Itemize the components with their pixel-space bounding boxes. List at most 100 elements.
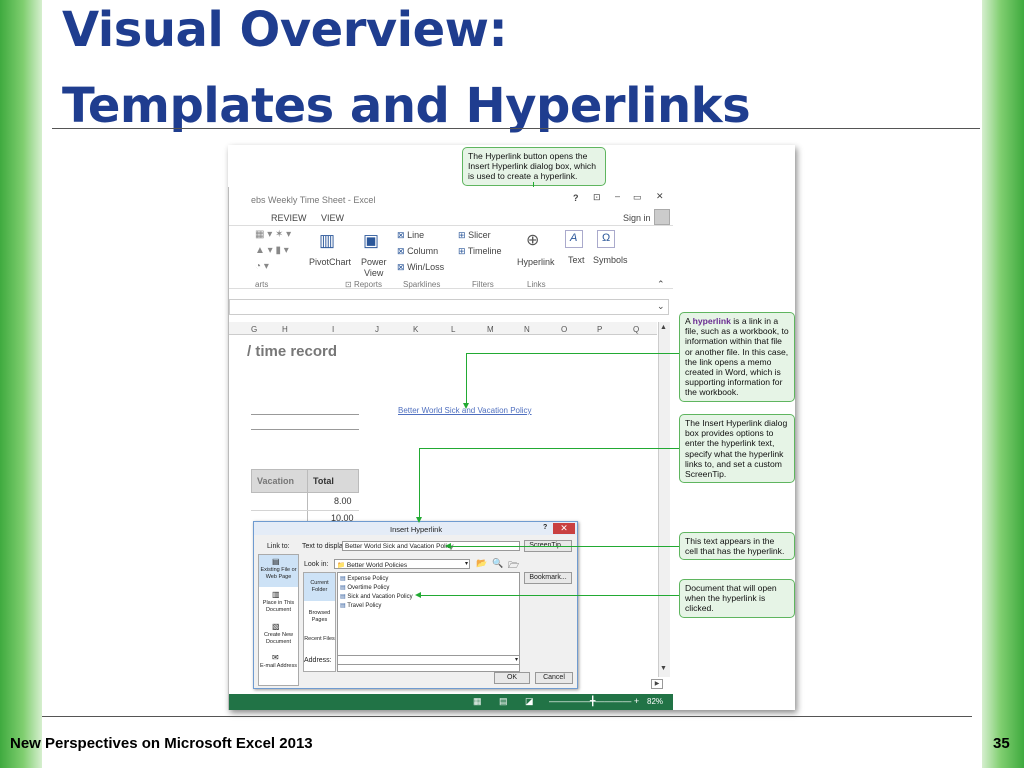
word-doc-icon: ▤ — [340, 585, 346, 591]
file-item[interactable]: ▤ Expense Policy — [340, 575, 388, 582]
header-total: Total — [313, 476, 334, 486]
col-m[interactable]: M — [487, 325, 494, 334]
browse-current-folder[interactable]: Current Folder — [304, 580, 335, 593]
col-q[interactable]: Q — [633, 325, 639, 334]
col-l[interactable]: L — [451, 325, 455, 334]
callout-text-appears: This text appears in the cell that has t… — [679, 532, 795, 561]
address-label: Address: — [304, 657, 332, 664]
address-input[interactable]: ▾ — [337, 655, 520, 665]
sparkline-line-button[interactable]: ⊠ Line — [397, 230, 424, 241]
col-k[interactable]: K — [413, 325, 418, 334]
email-icon: ✉ — [272, 653, 279, 662]
col-o[interactable]: O — [561, 325, 567, 334]
col-p[interactable]: P — [597, 325, 602, 334]
normal-view-icon[interactable]: ▦ — [473, 696, 482, 707]
restore-button[interactable]: ▭ — [633, 192, 642, 203]
power-view-icon[interactable]: ▣ — [363, 231, 379, 251]
group-reports-label: ⊡ Reports — [345, 280, 382, 289]
pivotchart-button[interactable]: PivotChart — [309, 257, 351, 267]
header-vacation: Vacation — [257, 476, 295, 486]
power-view-label1[interactable]: Power — [361, 257, 387, 267]
file-item[interactable]: ▤ Overtime Policy — [340, 584, 389, 591]
dialog-title: Insert Hyperlink — [390, 525, 443, 534]
collapse-ribbon-icon[interactable]: ⌃ — [657, 279, 665, 290]
tab-view[interactable]: VIEW — [321, 213, 344, 223]
column-header-bar — [229, 322, 657, 335]
link-option-email[interactable]: E-mail Address — [260, 663, 297, 670]
symbols-button[interactable]: Symbols — [593, 255, 628, 265]
user-avatar[interactable] — [654, 209, 670, 225]
group-links-label: Links — [527, 280, 546, 289]
chart-icons-row2[interactable]: ▲ ▾ ▮ ▾ — [255, 245, 289, 256]
footer-rule — [42, 716, 972, 717]
cancel-button[interactable]: Cancel — [535, 672, 573, 684]
zoom-slider[interactable]: –————╋———— + — [549, 696, 639, 707]
browse-recent-files[interactable]: Recent Files — [304, 636, 335, 643]
vertical-scrollbar[interactable] — [658, 322, 670, 677]
scroll-up-icon[interactable]: ▲ — [660, 324, 667, 331]
pivotchart-icon[interactable]: ▥ — [319, 231, 335, 251]
text-icon[interactable]: A — [565, 230, 583, 248]
arrow-to-dialog — [416, 517, 422, 523]
col-g[interactable]: G — [251, 325, 257, 334]
col-h[interactable]: H — [282, 325, 288, 334]
col-j[interactable]: J — [375, 325, 379, 334]
slicer-button[interactable]: ⊞ Slicer — [458, 230, 491, 241]
close-button[interactable]: ✕ — [656, 191, 664, 202]
zoom-level[interactable]: 82% — [647, 697, 663, 706]
page-break-icon[interactable]: ◪ — [525, 696, 534, 707]
bookmark-button[interactable]: Bookmark... — [524, 572, 572, 584]
sparkline-column-button[interactable]: ⊠ Column — [397, 246, 438, 257]
callout-document-open: Document that will open when the hyperli… — [679, 579, 795, 618]
tab-review[interactable]: REVIEW — [271, 213, 307, 223]
table-row-line — [251, 510, 359, 511]
word-doc-icon: ▤ — [340, 576, 346, 582]
link-option-place[interactable]: Place in This Document — [260, 600, 297, 613]
browse-browsed-pages[interactable]: Browsed Pages — [304, 610, 335, 623]
globe-link-icon[interactable]: ⊕ — [526, 230, 539, 250]
dialog-close-button[interactable]: ✕ — [553, 523, 575, 534]
minimize-button[interactable]: – — [615, 191, 620, 201]
ok-button[interactable]: OK — [494, 672, 530, 684]
sign-in-link[interactable]: Sign in — [623, 213, 651, 223]
ribbon-display-icon[interactable]: ⊡ — [593, 192, 601, 203]
power-view-label2[interactable]: View — [364, 268, 383, 278]
dialog-help[interactable]: ? — [543, 524, 547, 531]
hyperlink-button[interactable]: Hyperlink — [517, 257, 555, 267]
browse-folder-icon[interactable]: 📂 — [476, 558, 487, 569]
look-in-select[interactable]: 📁 Better World Policies ▾ — [334, 559, 470, 569]
formula-expand-icon[interactable]: ⌄ — [657, 301, 665, 312]
file-item[interactable]: ▤ Travel Policy — [340, 602, 381, 609]
arrow-to-text-display — [445, 543, 451, 549]
text-button[interactable]: Text — [568, 255, 585, 265]
col-n[interactable]: N — [524, 325, 530, 334]
title-rule — [52, 128, 980, 129]
link-option-create[interactable]: Create New Document — [260, 632, 297, 645]
look-in-label: Look in: — [304, 561, 329, 568]
word-doc-icon: ▤ — [340, 594, 346, 600]
footer-course-title: New Perspectives on Microsoft Excel 2013 — [10, 735, 313, 752]
place-doc-icon: ▥ — [272, 590, 280, 599]
browse-web-icon[interactable]: 🔍 — [492, 558, 503, 569]
col-i[interactable]: I — [332, 325, 334, 334]
chart-icons-row3[interactable]: ◔ ▾ — [255, 261, 269, 272]
help-button[interactable]: ? — [573, 193, 579, 203]
timeline-button[interactable]: ⊞ Timeline — [458, 246, 502, 257]
word-doc-icon: ▤ — [340, 603, 346, 609]
window-title: ebs Weekly Time Sheet - Excel — [251, 195, 376, 205]
chart-icons[interactable]: ▦ ▾ ✶ ▾ — [255, 229, 291, 240]
formula-bar[interactable] — [229, 299, 669, 315]
file-item[interactable]: ▤ Sick and Vacation Policy — [340, 593, 413, 600]
cell-total-1[interactable]: 8.00 — [334, 496, 352, 506]
callout-hyperlink-definition: A hyperlink is a link in a file, such as… — [679, 312, 795, 402]
link-option-existing[interactable]: Existing File or Web Page — [260, 567, 297, 580]
scroll-right-button[interactable]: ▶ — [651, 679, 663, 689]
table-divider — [307, 469, 308, 529]
arrow-to-document — [415, 592, 421, 598]
scroll-down-icon[interactable]: ▼ — [660, 665, 667, 672]
page-layout-icon[interactable]: ▤ — [499, 696, 508, 707]
sparkline-winloss-button[interactable]: ⊠ Win/Loss — [397, 262, 444, 273]
text-to-display-value: Better World Sick and Vacation Policy — [345, 543, 454, 550]
existing-file-icon: ▤ — [272, 557, 280, 566]
symbols-icon[interactable]: Ω — [597, 230, 615, 248]
